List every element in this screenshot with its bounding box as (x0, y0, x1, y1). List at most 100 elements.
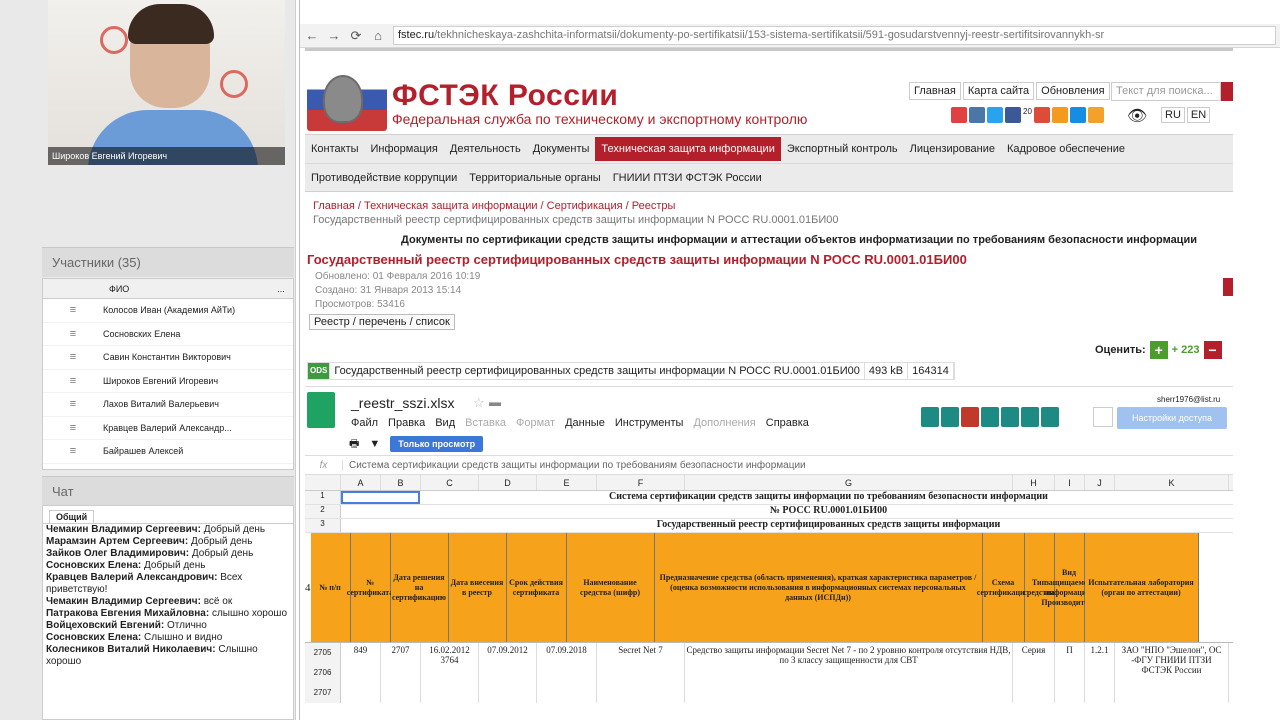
breadcrumb-link[interactable]: Реестры (632, 200, 676, 212)
list-item[interactable]: ≡ Лахов Виталий Валерьевич (43, 393, 293, 417)
menu-item[interactable]: ГНИИИ ПТЗИ ФСТЭК России (607, 166, 768, 190)
drag-handle-icon[interactable]: ≡ (43, 398, 103, 410)
more-icon[interactable]: ... (269, 279, 293, 298)
column-header[interactable]: B (381, 475, 421, 490)
header-cell[interactable]: № п/п (310, 533, 351, 642)
star-icon[interactable]: ☆ (473, 395, 485, 411)
sheet-menu-item[interactable]: Файл (351, 417, 378, 429)
header-cell[interactable]: Предназначение средства (область примене… (654, 533, 983, 642)
table-cell[interactable]: 07.09.2012 (479, 643, 537, 703)
sheet-menu-item[interactable]: Вид (435, 417, 455, 429)
table-cell[interactable]: 1.2.1 (1085, 643, 1115, 703)
search-input[interactable]: Текст для поиска... (1111, 82, 1221, 101)
table-cell[interactable]: 2707 (381, 643, 421, 703)
menu-item[interactable]: Техническая защита информации (595, 137, 781, 161)
table-cell[interactable]: Серия (1013, 643, 1055, 703)
folder-icon[interactable]: ▬ (489, 395, 501, 409)
participants-list[interactable]: ФИО... ≡ Колосов Иван (Академия АйТи) ≡ Сос… (42, 278, 294, 470)
col-fio[interactable]: ФИО (109, 279, 269, 298)
header-cell[interactable]: Дата решения на сертификацию (390, 533, 449, 642)
breadcrumb-link[interactable]: Техническая защита информации (364, 200, 537, 212)
view-only-button[interactable]: Только просмотр (390, 436, 484, 452)
column-header[interactable]: C (421, 475, 479, 490)
list-item[interactable]: ≡ Кравцев Валерий Александр... (43, 417, 293, 440)
top-link[interactable]: Карта сайта (962, 82, 1035, 100)
share-button[interactable]: Настройки доступа (1117, 407, 1227, 429)
list-item[interactable]: ≡ Колосов Иван (Академия АйТи) (43, 299, 293, 323)
drag-handle-icon[interactable]: ≡ (43, 375, 103, 387)
sheets-icon[interactable] (307, 392, 335, 428)
menu-item[interactable]: Деятельность (444, 137, 527, 161)
sheet-menu-item[interactable]: Формат (516, 417, 555, 429)
top-link[interactable]: Обновления (1036, 82, 1110, 100)
header-cell[interactable]: Вид защищаемой информации/Производитель (1041, 533, 1097, 642)
googleplus-icon[interactable] (1033, 107, 1050, 123)
drag-handle-icon[interactable]: ≡ (43, 328, 103, 340)
comments-icon[interactable] (1093, 407, 1113, 427)
column-header[interactable]: E (537, 475, 597, 490)
participants-header[interactable]: Участники (35) (42, 247, 294, 277)
print-icon[interactable]: 🖶 (349, 435, 359, 454)
header-cell[interactable]: Дата внесения в реестр (448, 533, 507, 642)
sheet-menu-item[interactable]: Вставка (465, 417, 506, 429)
menu-item[interactable]: Противодействие коррупции (305, 166, 463, 190)
sheet-menu-item[interactable]: Справка (766, 417, 809, 429)
column-header[interactable]: J (1085, 475, 1115, 490)
menu-item[interactable]: Документы (527, 137, 596, 161)
menu-item[interactable]: Лицензирование (904, 137, 1001, 161)
sheet-menu-item[interactable]: Дополнения (693, 417, 755, 429)
breadcrumb-link[interactable]: Главная (313, 200, 355, 212)
twitter-icon[interactable] (987, 107, 1003, 123)
sheet-menu-item[interactable]: Инструменты (615, 417, 684, 429)
header-cell[interactable]: Наименование средства (шифр) (566, 533, 655, 642)
list-item[interactable]: ≡ Сосновских Елена (43, 323, 293, 346)
column-header[interactable]: F (597, 475, 685, 490)
menu-item[interactable]: Кадровое обеспечение (1001, 137, 1131, 161)
back-icon[interactable]: ← (305, 28, 319, 43)
table-cell[interactable]: Средство защиты информации Secret Net 7 … (685, 643, 1013, 703)
header-cell[interactable]: Схема сертификации (977, 533, 1029, 642)
menu-item[interactable]: Контакты (305, 137, 365, 161)
sheet-grid[interactable]: ABCDEFGHIJK 1 Система сертификации средст… (305, 475, 1233, 703)
table-cell[interactable]: Secret Net 7 (597, 643, 685, 703)
table-cell[interactable]: 16.02.2012 3764 (421, 643, 479, 703)
tab-registry[interactable]: Реестр / перечень / список (309, 314, 455, 330)
list-item[interactable]: ≡ Байрашев Алексей (43, 440, 293, 464)
drag-handle-icon[interactable]: ≡ (43, 351, 103, 363)
facebook-icon[interactable] (1005, 107, 1021, 123)
chat-header[interactable]: Чат (42, 476, 294, 506)
table-cell[interactable]: 849 (341, 643, 381, 703)
menu-item[interactable]: Территориальные органы (463, 166, 606, 190)
sheet-menu-item[interactable]: Правка (388, 417, 425, 429)
column-header[interactable]: H (1013, 475, 1055, 490)
table-cell[interactable]: ЗАО "НПО "Эшелон", ОС -ФГУ ГНИИИ ПТЗИ ФС… (1115, 643, 1229, 703)
rate-up-button[interactable]: + (1149, 341, 1168, 359)
share-icon[interactable] (951, 107, 967, 123)
rate-down-button[interactable]: − (1203, 341, 1222, 359)
reload-icon[interactable]: ⟳ (349, 28, 363, 44)
table-cell[interactable]: П (1055, 643, 1085, 703)
lang-en[interactable]: EN (1186, 107, 1211, 123)
menu-item[interactable]: Информация (365, 137, 444, 161)
sheet-menu-item[interactable]: Данные (565, 417, 605, 429)
mail-icon[interactable] (1069, 107, 1086, 123)
chat-tab-general[interactable]: Общий (49, 510, 95, 523)
table-row[interactable]: 2705 2706 2707 849 2707 16.02.2012 3764 07.09… (305, 643, 1233, 703)
column-header[interactable]: A (341, 475, 381, 490)
sheet-title-cell[interactable]: Система сертификации средств защиты инфо… (424, 491, 1233, 504)
attachment-name[interactable]: Государственный реестр сертифицированных… (330, 363, 865, 379)
drag-handle-icon[interactable]: ≡ (43, 304, 103, 316)
forward-icon[interactable]: → (327, 28, 341, 43)
header-cell[interactable]: Испытательная лаборатория (орган по атте… (1084, 533, 1199, 642)
header-cell[interactable]: № сертификата (347, 533, 393, 642)
address-bar[interactable]: fstec.ru/tekhnicheskaya-zashchita-inform… (393, 26, 1276, 45)
accessibility-eye-icon[interactable]: 👁 (1127, 106, 1147, 126)
attachment-row[interactable]: ODS Государственный реестр сертифицирова… (307, 362, 955, 380)
list-item[interactable]: ≡ Широков Евгений Игоревич (43, 370, 293, 393)
drag-handle-icon[interactable]: ≡ (43, 422, 103, 434)
list-item[interactable]: ≡ Савин Константин Викторович (43, 346, 293, 370)
drag-handle-icon[interactable]: ≡ (43, 445, 103, 457)
home-icon[interactable]: ⌂ (371, 28, 385, 43)
column-header[interactable]: D (479, 475, 537, 490)
column-header[interactable]: K (1115, 475, 1229, 490)
